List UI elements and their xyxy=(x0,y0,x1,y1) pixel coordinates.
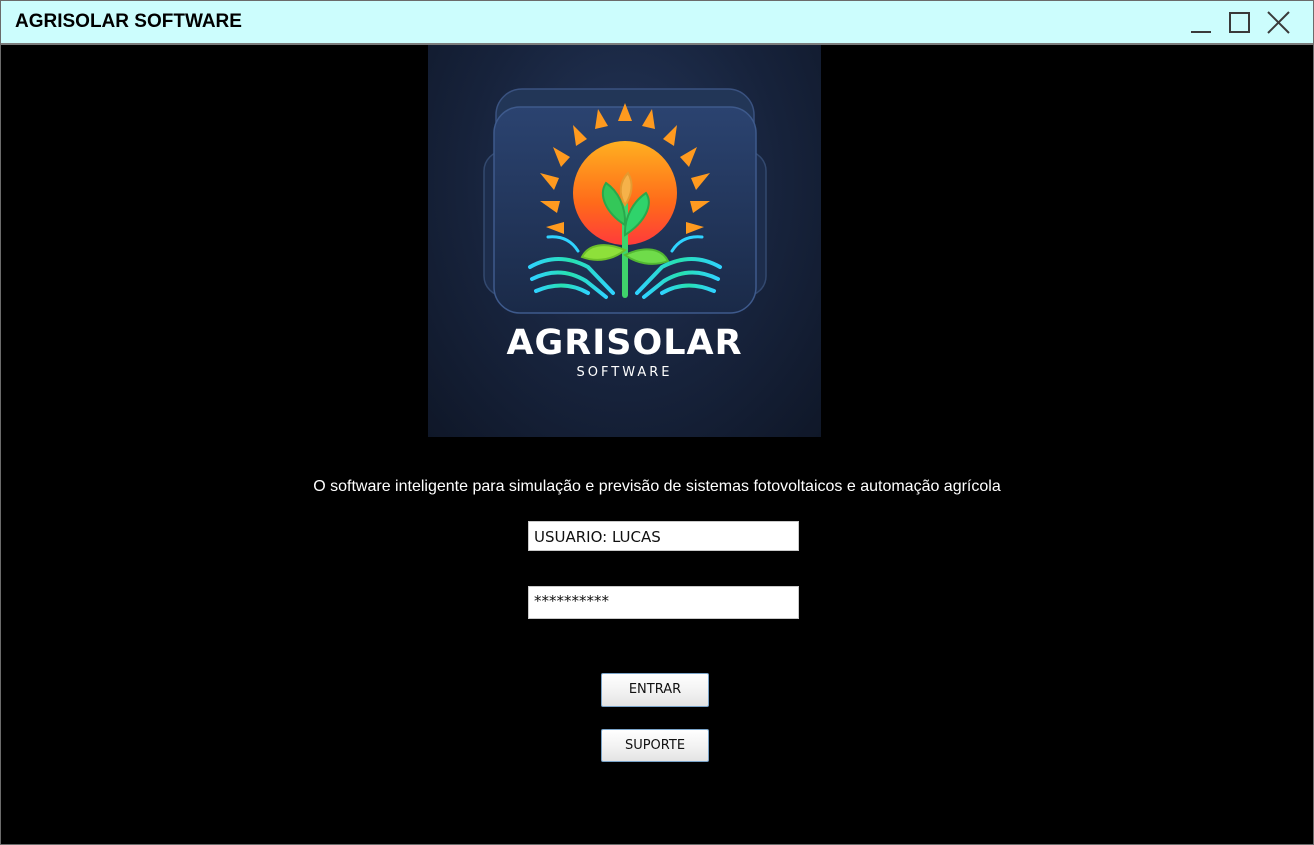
close-button[interactable] xyxy=(1264,9,1292,37)
username-field[interactable]: USUARIO: LUCAS xyxy=(528,521,799,551)
window-title: AGRISOLAR SOFTWARE xyxy=(15,11,242,32)
title-bar[interactable]: AGRISOLAR SOFTWARE xyxy=(1,1,1313,45)
login-screen: AGRISOLAR SOFTWARE O software inteligent… xyxy=(1,45,1313,844)
logo-title: AGRISOLAR xyxy=(506,323,743,363)
password-field[interactable]: ********** xyxy=(528,586,799,619)
maximize-button[interactable] xyxy=(1226,9,1254,37)
minimize-icon xyxy=(1191,31,1211,33)
support-button[interactable]: SUPORTE xyxy=(601,729,709,762)
app-window: AGRISOLAR SOFTWARE AGRISOLAR SOFTWARE O … xyxy=(0,0,1314,845)
agrisolar-logo: AGRISOLAR SOFTWARE xyxy=(428,45,821,437)
logo-subtitle: SOFTWARE xyxy=(576,365,673,380)
minimize-button[interactable] xyxy=(1187,9,1215,37)
close-icon xyxy=(1267,11,1290,34)
enter-button[interactable]: ENTRAR xyxy=(601,673,709,707)
tagline: O software inteligente para simulação e … xyxy=(313,478,1001,495)
maximize-icon xyxy=(1229,12,1250,33)
